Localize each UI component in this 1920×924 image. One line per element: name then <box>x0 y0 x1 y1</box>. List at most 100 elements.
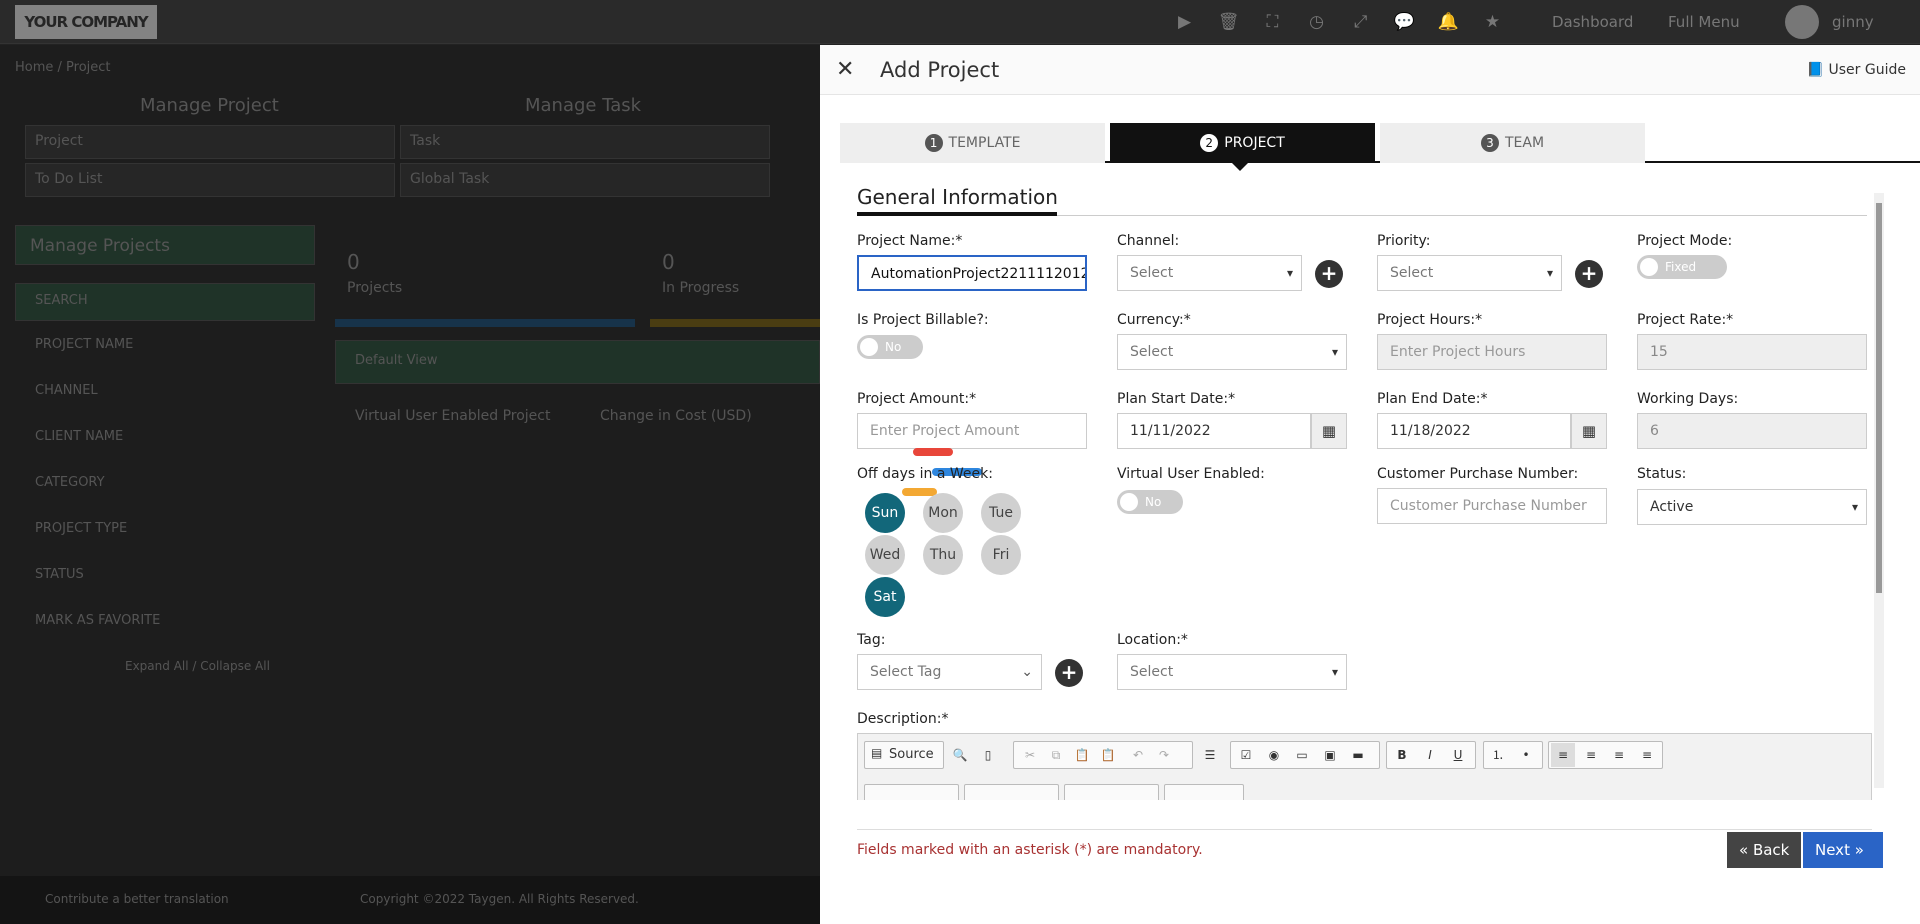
numbered-list-icon[interactable]: ⒈ <box>1486 743 1510 767</box>
status-select[interactable]: Active <box>1637 489 1867 525</box>
end-date-input[interactable]: 11/18/2022 <box>1377 413 1571 449</box>
book-icon: 📘 <box>1806 62 1829 78</box>
end-date-label: Plan End Date:* <box>1377 391 1488 407</box>
project-amount-input[interactable]: Enter Project Amount <box>857 413 1087 449</box>
tag-placeholder: Select Tag <box>870 664 942 680</box>
project-rate-input[interactable]: 15 <box>1637 334 1867 370</box>
user-name[interactable]: ginny <box>1832 13 1874 31</box>
start-date-input[interactable]: 11/11/2022 <box>1117 413 1311 449</box>
undo-icon[interactable]: ↶ <box>1126 743 1150 767</box>
textfield-icon[interactable]: ▭ <box>1290 743 1314 767</box>
trash-icon[interactable]: 🗑 <box>1216 10 1241 35</box>
justify-icon[interactable]: ≡ <box>1635 743 1659 767</box>
location-label: Location:* <box>1117 632 1188 648</box>
day-sun[interactable]: Sun <box>865 493 905 533</box>
cpn-label: Customer Purchase Number: <box>1377 466 1579 482</box>
priority-select[interactable]: Select <box>1377 255 1562 291</box>
close-icon[interactable]: ✕ <box>836 57 854 82</box>
filter-item: MARK AS FAVORITE <box>35 613 161 628</box>
user-guide-link[interactable]: 📘 User Guide <box>1807 62 1906 78</box>
format-icon[interactable]: ☰ <box>1198 743 1222 767</box>
tab-team[interactable]: 3 TEAM <box>1380 123 1645 163</box>
underline-icon[interactable]: U <box>1446 743 1470 767</box>
full-menu-link[interactable]: Full Menu <box>1668 13 1740 31</box>
add-priority-button[interactable]: + <box>1575 260 1603 288</box>
channel-select[interactable]: Select <box>1117 255 1302 291</box>
tab-project[interactable]: 2 PROJECT <box>1110 123 1375 171</box>
task-link <box>400 125 770 159</box>
add-tag-button[interactable]: + <box>1055 659 1083 687</box>
manage-projects-title: Manage Projects <box>30 236 170 256</box>
bell-icon[interactable]: 🔔 <box>1436 10 1461 35</box>
tag-label: Tag: <box>857 632 886 648</box>
currency-label: Currency:* <box>1117 312 1191 328</box>
day-tue[interactable]: Tue <box>981 493 1021 533</box>
tab-template[interactable]: 1 TEMPLATE <box>840 123 1105 163</box>
day-thu[interactable]: Thu <box>923 535 963 575</box>
add-channel-button[interactable]: + <box>1315 260 1343 288</box>
calendar-icon[interactable]: ▦ <box>1311 413 1347 449</box>
day-mon[interactable]: Mon <box>923 493 963 533</box>
next-button[interactable]: Next » <box>1803 832 1883 868</box>
copy-icon[interactable]: ⧉ <box>1044 743 1068 767</box>
source-button[interactable]: ▤ Source <box>864 741 944 769</box>
avatar[interactable] <box>1785 5 1819 39</box>
fullscreen-icon[interactable]: ⤢ <box>1348 10 1373 35</box>
manage-task-heading: Manage Task <box>525 95 642 116</box>
bullet-list-icon[interactable]: • <box>1514 743 1538 767</box>
template-icon[interactable]: ▯ <box>976 743 1000 767</box>
italic-icon[interactable]: I <box>1418 743 1442 767</box>
star-icon[interactable]: ★ <box>1480 10 1505 35</box>
source-label: Source <box>889 747 934 762</box>
location-select[interactable]: Select <box>1117 654 1347 690</box>
day-wed[interactable]: Wed <box>865 535 905 575</box>
sitemap-icon[interactable]: ⛶ <box>1260 10 1285 35</box>
bold-icon[interactable]: B <box>1390 743 1414 767</box>
background-page: Home / Project Manage Project Manage Tas… <box>0 45 820 876</box>
drawer-title: Add Project <box>880 58 1000 82</box>
project-mode-toggle[interactable]: Fixed <box>1637 255 1727 279</box>
mandatory-note: Fields marked with an asterisk (*) are m… <box>857 842 1203 858</box>
dashboard-link[interactable]: Dashboard <box>1552 13 1633 31</box>
image-icon[interactable]: ▣ <box>1318 743 1342 767</box>
paste-icon[interactable]: 📋 <box>1070 743 1094 767</box>
calendar-icon[interactable]: ▦ <box>1571 413 1607 449</box>
virtual-user-toggle[interactable]: No <box>1117 490 1183 514</box>
align-center-icon[interactable]: ≡ <box>1579 743 1603 767</box>
preview-icon[interactable]: 🔍 <box>948 743 972 767</box>
redo-icon[interactable]: ↷ <box>1152 743 1176 767</box>
billable-toggle[interactable]: No <box>857 335 923 359</box>
stat-bar <box>335 319 635 327</box>
align-left-icon[interactable]: ≡ <box>1551 743 1575 767</box>
clock-icon[interactable]: ◷ <box>1304 10 1329 35</box>
paste-text-icon[interactable]: 📋 <box>1096 743 1120 767</box>
play-icon[interactable]: ▶ <box>1172 10 1197 35</box>
project-hours-input[interactable]: Enter Project Hours <box>1377 334 1607 370</box>
currency-select[interactable]: Select <box>1117 334 1347 370</box>
tag-select[interactable]: Select Tag ⌄ <box>857 654 1042 690</box>
cut-icon[interactable]: ✂ <box>1018 743 1042 767</box>
filter-item: CLIENT NAME <box>35 429 124 444</box>
working-days-input[interactable]: 6 <box>1637 413 1867 449</box>
loading-bar <box>902 488 937 496</box>
day-fri[interactable]: Fri <box>981 535 1021 575</box>
tab-label: TEMPLATE <box>948 135 1021 151</box>
cpn-input[interactable]: Customer Purchase Number <box>1377 488 1607 524</box>
radio-icon[interactable]: ◉ <box>1262 743 1286 767</box>
channel-label: Channel: <box>1117 233 1180 249</box>
hidden-field-icon[interactable]: ▬ <box>1346 743 1370 767</box>
project-hours-label: Project Hours:* <box>1377 312 1483 328</box>
project-name-input[interactable]: AutomationProject22111120126 <box>857 255 1087 291</box>
scrollbar-thumb[interactable] <box>1876 203 1882 593</box>
chevron-down-icon: ⌄ <box>1021 664 1033 680</box>
align-right-icon[interactable]: ≡ <box>1607 743 1631 767</box>
user-guide-label: User Guide <box>1828 62 1906 78</box>
chat-icon[interactable]: 💬 <box>1392 10 1417 35</box>
task-link-label: Task <box>410 133 441 149</box>
top-navbar: YOUR COMPANY ▶ 🗑 ⛶ ◷ ⤢ 💬 🔔 ★ Dashboard F… <box>0 0 1920 44</box>
day-sat[interactable]: Sat <box>865 577 905 617</box>
back-button[interactable]: « Back <box>1727 832 1802 868</box>
checkbox-icon[interactable]: ☑ <box>1234 743 1258 767</box>
form-scrollbar[interactable] <box>1874 193 1884 788</box>
project-name-label: Project Name:* <box>857 233 963 249</box>
